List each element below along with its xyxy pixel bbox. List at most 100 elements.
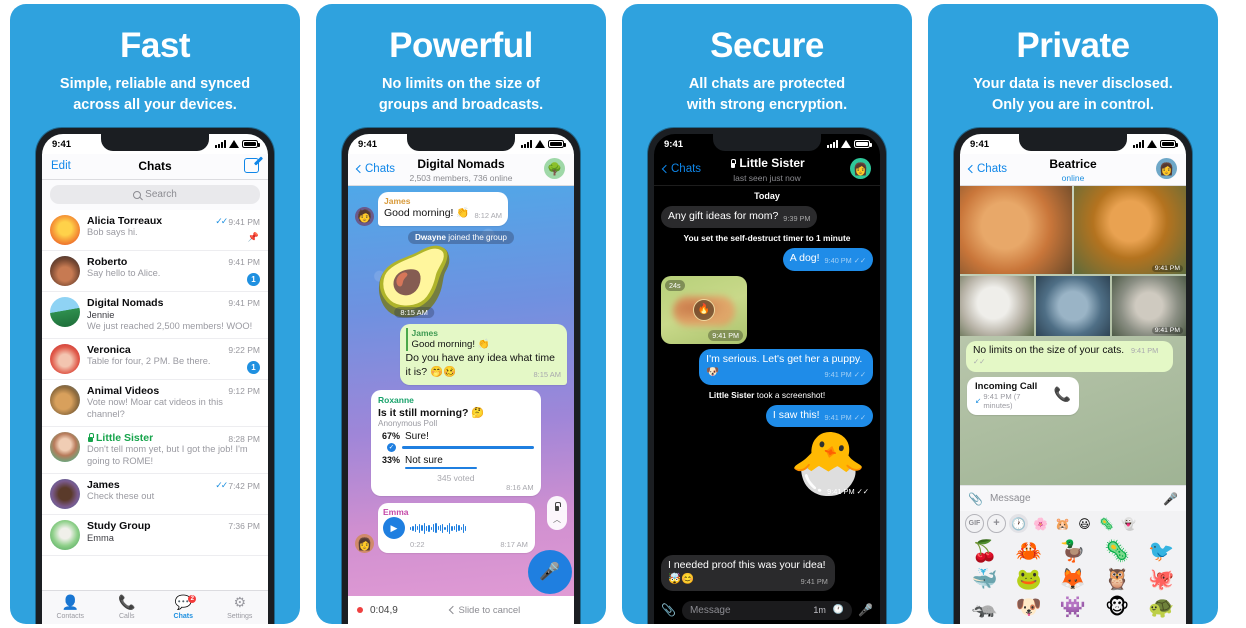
paperclip-icon[interactable]: 📎	[968, 492, 983, 506]
phone-icon[interactable]: 📞	[1054, 387, 1071, 403]
sticker-tab-7[interactable]: 🦠	[1097, 514, 1116, 533]
call-subtitle: ↙ 9:41 PM (7 minutes)	[975, 391, 1021, 410]
sticker-item[interactable]: 🐳	[963, 566, 1006, 593]
tab-chats[interactable]: 💬 2 Chats	[155, 594, 212, 620]
contact-avatar[interactable]: 👩	[1156, 158, 1177, 180]
play-button[interactable]: ▶	[383, 517, 405, 540]
list-item[interactable]: Digital Nomads 9:41 PM Jennie We just re…	[42, 292, 268, 339]
mic-icon[interactable]: 🎤	[1163, 492, 1178, 506]
message-bubble-outgoing[interactable]: A dog! 9:40 PM ✓✓	[782, 248, 873, 271]
photo-cat-4[interactable]	[1035, 275, 1111, 336]
edit-button[interactable]: Edit	[51, 160, 71, 172]
chat-time: ✓✓ 9:41 PM	[215, 216, 260, 227]
sticker-item[interactable]: 🐵	[1096, 594, 1139, 621]
cellular-signal-icon	[827, 140, 838, 149]
message-bubble-outgoing[interactable]: I saw this! 9:41 PM ✓✓	[765, 404, 873, 428]
secret-chat-background: Today Any gift ideas for mom? 9:39 PM Yo…	[654, 186, 880, 596]
sticker-item[interactable]: 🦡	[963, 594, 1006, 621]
waveform[interactable]	[410, 522, 528, 534]
mic-record-button[interactable]: 🎤	[528, 550, 572, 594]
self-destruct-photo[interactable]: 24s 🔥 9:41 PM	[661, 275, 747, 344]
cellular-signal-icon	[215, 140, 226, 149]
chat-list[interactable]: Alicia Torreaux ✓✓ 9:41 PM Bob says hi. 📌…	[42, 210, 268, 590]
contact-avatar[interactable]: 👩	[850, 158, 871, 180]
compose-icon[interactable]	[244, 158, 259, 174]
sticker-item[interactable]: 🐸	[1007, 566, 1050, 593]
mic-icon[interactable]: 🎤	[858, 603, 873, 617]
sticker-item[interactable]: 🐙	[1140, 566, 1183, 593]
chat-time: 7:36 PM	[228, 521, 260, 532]
avatar	[50, 520, 80, 551]
recording-lock[interactable]: ︿	[547, 496, 567, 530]
list-item[interactable]: Alicia Torreaux ✓✓ 9:41 PM Bob says hi. 📌	[42, 210, 268, 252]
chat-preview: Table for four, 2 PM. Be there.	[87, 356, 211, 366]
call-message[interactable]: Incoming Call ↙ 9:41 PM (7 minutes) 📞	[967, 376, 1079, 415]
photo-cat-2[interactable]: 9:41 PM	[1073, 186, 1186, 275]
message-bubble-incoming[interactable]: James Good morning! 👏 8:12 AM	[378, 192, 508, 226]
list-item[interactable]: Veronica 9:22 PM Table for four, 2 PM. B…	[42, 339, 268, 380]
sticker-tab-8[interactable]: 👻	[1119, 514, 1138, 533]
message-bubble-outgoing[interactable]: I'm serious. Let's get her a puppy. 🐶 9:…	[699, 348, 873, 385]
photo-cat-1[interactable]	[960, 186, 1073, 275]
sticker-item[interactable]: 🦆	[1051, 538, 1094, 565]
message-bubble-incoming[interactable]: I needed proof this was your idea! 🤯😊 9:…	[661, 555, 835, 591]
sticker-item[interactable]: 🍒	[963, 538, 1006, 565]
sticker-tab-add[interactable]: +	[987, 514, 1006, 533]
group-avatar[interactable]: 🌳	[544, 158, 565, 180]
voice-message-row: 👩 Emma ▶ 0:22 8:17 AM	[355, 503, 567, 554]
tab-label: Settings	[227, 612, 253, 620]
list-item[interactable]: James ✓✓ 7:42 PM Check these out	[42, 474, 268, 516]
message-bubble-incoming[interactable]: Any gift ideas for mom? 9:39 PM	[661, 206, 818, 229]
list-item[interactable]: Animal Videos 9:12 PM Vote now! Moar cat…	[42, 380, 268, 427]
sticker-item[interactable]: 🦠	[1096, 538, 1139, 565]
list-item[interactable]: Little Sister 8:28 PM Don't tell mom yet…	[42, 427, 268, 475]
message-row: 🧑 James Good morning! 👏 8:12 AM	[355, 192, 567, 226]
back-button[interactable]: Chats	[355, 163, 395, 175]
sticker-glyph: 🥑	[373, 242, 456, 320]
photo-cat-3[interactable]	[960, 275, 1035, 336]
self-destruct-timer[interactable]: 1m	[813, 605, 826, 615]
sticker-glyph: 🐣	[789, 426, 867, 500]
voice-message[interactable]: Emma ▶ 0:22 8:17 AM	[378, 503, 535, 554]
sticker-tab-6[interactable]: 😃	[1075, 514, 1094, 533]
tab-contacts[interactable]: 👤 Contacts	[42, 596, 99, 620]
paperclip-icon[interactable]: 📎	[661, 603, 676, 617]
message-time: 9:41 PM	[1151, 265, 1183, 273]
clock-icon[interactable]: 🕐	[833, 605, 844, 615]
sticker-item[interactable]: 🦊	[1051, 566, 1094, 593]
sticker-message[interactable]: 🐣 9:41 PM ✓✓	[789, 426, 869, 500]
chat-title: Little Sister	[729, 156, 805, 170]
sticker-tab-4[interactable]: 🌸	[1031, 514, 1050, 533]
message-bubble-outgoing[interactable]: No limits on the size of your cats. 9:41…	[966, 340, 1173, 372]
sticker-item[interactable]: 🦀	[1007, 538, 1050, 565]
poll-option-label: Not sure	[405, 454, 443, 466]
message-time: 9:39 PM	[783, 214, 811, 224]
sticker-tab-gif[interactable]: GIF	[965, 514, 984, 533]
list-item[interactable]: Roberto 9:41 PM Say hello to Alice. 1	[42, 251, 268, 293]
message-bubble-outgoing[interactable]: James Good morning! 👏 Do you have any id…	[399, 323, 567, 385]
list-item[interactable]: Study Group 7:36 PM Emma	[42, 515, 268, 557]
sticker-message[interactable]: 🥑 8:15 AM	[373, 242, 456, 320]
sticker-tab-5[interactable]: 🐹	[1053, 514, 1072, 533]
back-button[interactable]: Chats	[661, 163, 701, 175]
chevron-left-icon	[661, 164, 671, 173]
photo-album[interactable]: 9:41 PM 9:41 PM	[960, 186, 1186, 336]
chat-sender: Jennie	[87, 310, 115, 321]
sticker-item[interactable]: 🐶	[1007, 594, 1050, 621]
tab-settings[interactable]: ⚙ Settings	[212, 596, 269, 620]
sticker-item[interactable]: 🦉	[1096, 566, 1139, 593]
tab-calls[interactable]: 📞 Calls	[99, 596, 156, 620]
message-text: A dog!	[789, 252, 820, 265]
poll-message[interactable]: Roxanne Is it still morning? 🤔 Anonymous…	[371, 389, 541, 497]
slide-to-cancel[interactable]: Slide to cancel	[405, 605, 565, 616]
photo-cat-5[interactable]: 9:41 PM	[1111, 275, 1186, 336]
sticker-item[interactable]: 👾	[1051, 594, 1094, 621]
lock-icon	[554, 501, 561, 511]
back-button[interactable]: Chats	[967, 163, 1007, 175]
search-input[interactable]: Search	[50, 185, 260, 205]
sticker-item[interactable]: 🐦	[1140, 538, 1183, 565]
sticker-tab-recent[interactable]: 🕐	[1009, 514, 1028, 533]
sticker-item[interactable]: 🐢	[1140, 594, 1183, 621]
message-placeholder[interactable]: Message	[990, 493, 1156, 504]
message-input[interactable]: Message 1m 🕐	[681, 600, 853, 620]
